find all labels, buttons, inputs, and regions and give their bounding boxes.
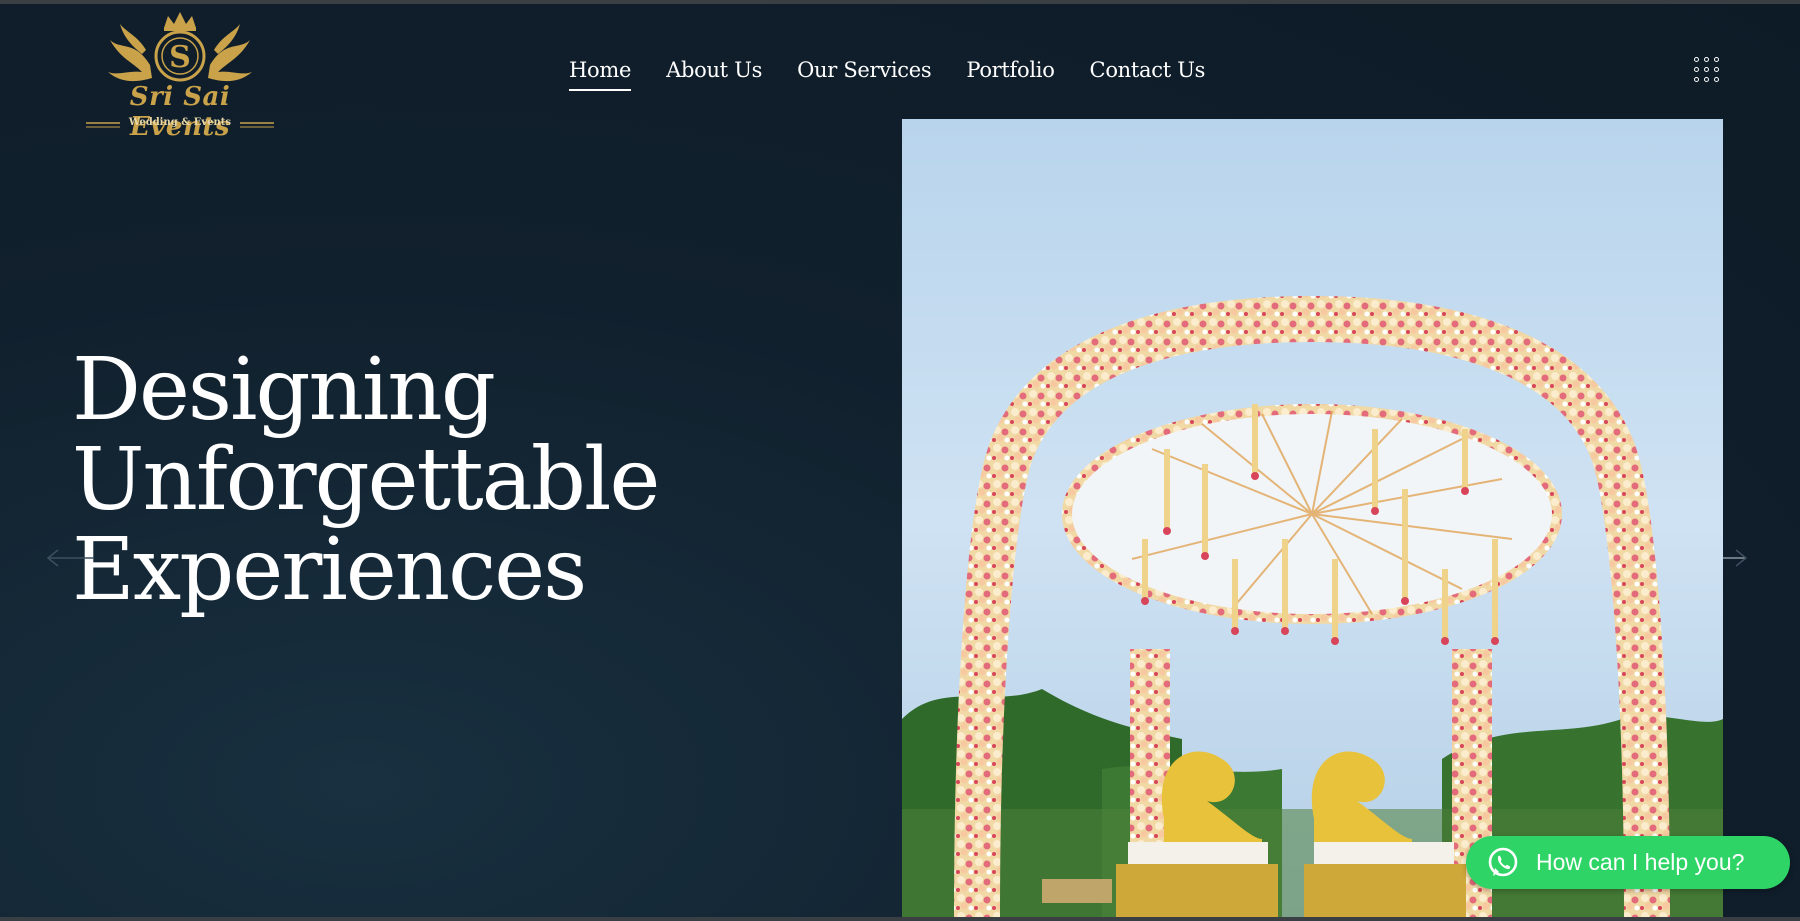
page: S Sri Sai Events Wedding & Events Home A… [0, 0, 1800, 921]
nav-contact-us[interactable]: Contact Us [1090, 56, 1206, 96]
nav-home[interactable]: Home [569, 56, 631, 96]
floral-mandap-photo [902, 119, 1723, 917]
chat-button-label: How can I help you? [1536, 849, 1745, 875]
main-nav: Home About Us Our Services Portfolio Con… [569, 56, 1205, 96]
nav-portfolio[interactable]: Portfolio [966, 56, 1055, 96]
whatsapp-icon [1488, 847, 1518, 876]
hero-title-line-3: Experiences [72, 520, 587, 620]
hero-title: Designing Unforgettable Experiences [72, 345, 772, 615]
nav-our-services[interactable]: Our Services [797, 56, 932, 96]
nav-about-us[interactable]: About Us [666, 56, 762, 96]
whatsapp-chat-button[interactable]: How can I help you? [1466, 836, 1790, 889]
logo-monogram: S [169, 40, 191, 75]
logo-brand-name: Sri Sai Events [129, 82, 231, 142]
site-logo[interactable]: S Sri Sai Events Wedding & Events [80, 10, 280, 142]
logo-tagline: Wedding & Events [128, 117, 232, 128]
browser-top-edge [0, 0, 1800, 4]
arrow-left-icon[interactable] [46, 548, 96, 568]
hero-title-line-1: Designing [72, 340, 496, 440]
hero-title-line-2: Unforgettable [72, 430, 660, 530]
grid-dots-icon[interactable] [1694, 57, 1724, 87]
browser-bottom-edge [0, 917, 1800, 921]
